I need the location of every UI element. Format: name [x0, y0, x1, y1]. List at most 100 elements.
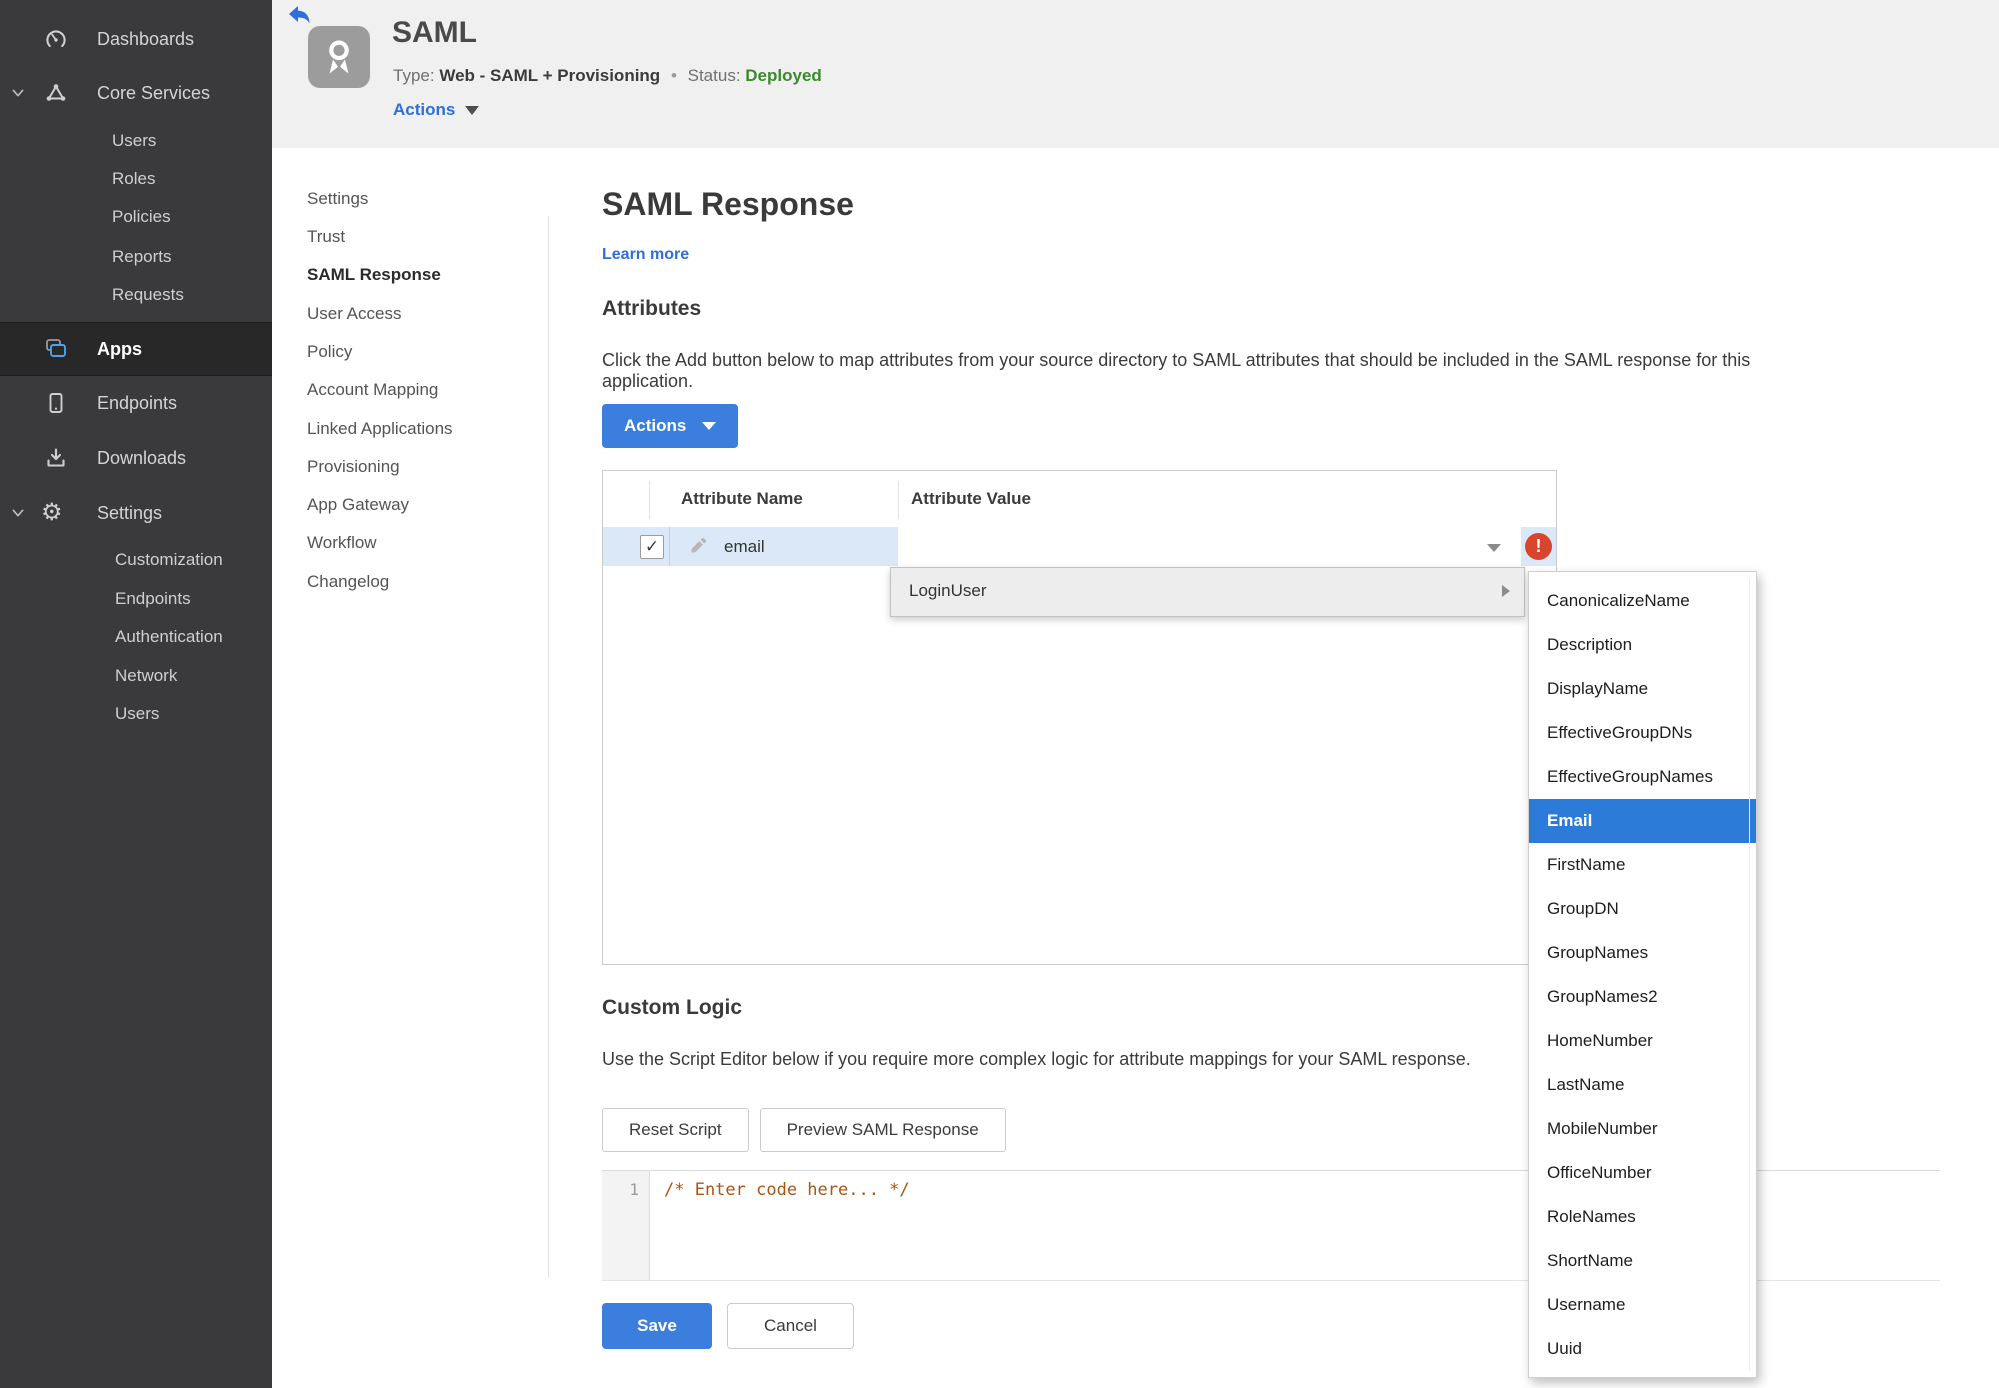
- subnav-item-workflow[interactable]: Workflow: [307, 533, 532, 559]
- type-value: Web - SAML + Provisioning: [439, 66, 661, 85]
- error-icon: !: [1525, 533, 1552, 560]
- header-actions-menu[interactable]: Actions: [393, 100, 480, 120]
- line-number: 1: [629, 1180, 639, 1199]
- sidebar-item-label: Core Services: [97, 82, 211, 103]
- sidebar-item-apps[interactable]: Apps: [0, 322, 272, 376]
- tablet-icon: [44, 391, 68, 415]
- sidebar-item-settings-endpoints[interactable]: Endpoints: [0, 584, 272, 614]
- subnav-item-trust[interactable]: Trust: [307, 227, 532, 253]
- sidebar-item-label: Downloads: [97, 447, 187, 468]
- subnav-item-provisioning[interactable]: Provisioning: [307, 457, 532, 483]
- attribute-value-dropdown[interactable]: [898, 527, 1521, 566]
- menu-item-groupdn[interactable]: GroupDN: [1529, 887, 1756, 931]
- dropdown-item-label: LoginUser: [909, 581, 987, 600]
- submenu-arrow-icon: [1502, 585, 1510, 597]
- cancel-button[interactable]: Cancel: [727, 1303, 854, 1349]
- column-divider: [649, 481, 650, 519]
- actions-label: Actions: [393, 100, 456, 119]
- row-checkbox[interactable]: ✓: [640, 535, 664, 559]
- sidebar-item-users[interactable]: Users: [0, 126, 272, 156]
- menu-item-rolenames[interactable]: RoleNames: [1529, 1195, 1756, 1239]
- subnav-item-account-mapping[interactable]: Account Mapping: [307, 380, 532, 406]
- sidebar-item-label: Roles: [112, 169, 156, 188]
- menu-item-email[interactable]: Email: [1529, 799, 1756, 843]
- download-icon: [44, 446, 68, 470]
- page-header: SAML Type: Web - SAML + Provisioning • S…: [272, 0, 1999, 148]
- sidebar-item-requests[interactable]: Requests: [0, 280, 272, 310]
- meta-separator: •: [670, 66, 677, 85]
- sidebar-item-label: Endpoints: [97, 392, 178, 413]
- menu-item-effectivegroupdns[interactable]: EffectiveGroupDNs: [1529, 711, 1756, 755]
- column-header-attribute-value: Attribute Value: [911, 489, 1031, 508]
- sidebar-item-label: Dashboards: [97, 28, 195, 49]
- sidebar-item-label: Requests: [112, 285, 184, 304]
- sidebar-item-label: Policies: [112, 207, 171, 226]
- subnav-item-policy[interactable]: Policy: [307, 342, 532, 368]
- subnav-item-linked-applications[interactable]: Linked Applications: [307, 419, 532, 445]
- menu-item-firstname[interactable]: FirstName: [1529, 843, 1756, 887]
- sidebar-item-label: Endpoints: [115, 589, 191, 608]
- editor-gutter: 1: [602, 1171, 650, 1280]
- sidebar-item-label: Settings: [97, 502, 163, 523]
- sidebar-item-endpoints[interactable]: Endpoints: [0, 388, 272, 418]
- sidebar-item-downloads[interactable]: Downloads: [0, 443, 272, 473]
- sidebar-item-network[interactable]: Network: [0, 661, 272, 691]
- sidebar-item-label: Authentication: [115, 627, 223, 646]
- menu-item-homenumber[interactable]: HomeNumber: [1529, 1019, 1756, 1063]
- attributes-actions-button[interactable]: Actions: [602, 404, 739, 448]
- sidebar-item-dashboards[interactable]: Dashboards: [0, 24, 272, 54]
- menu-item-uuid[interactable]: Uuid: [1529, 1327, 1756, 1371]
- sidebar-item-roles[interactable]: Roles: [0, 164, 272, 194]
- menu-item-effectivegroupnames[interactable]: EffectiveGroupNames: [1529, 755, 1756, 799]
- subnav-item-app-gateway[interactable]: App Gateway: [307, 495, 532, 521]
- column-header-attribute-name: Attribute Name: [681, 489, 803, 508]
- sidebar-item-settings-users[interactable]: Users: [0, 699, 272, 729]
- subnav-item-settings[interactable]: Settings: [307, 189, 532, 215]
- menu-item-shortname[interactable]: ShortName: [1529, 1239, 1756, 1283]
- sidebar-item-label: Users: [112, 131, 157, 150]
- sidebar-item-reports[interactable]: Reports: [0, 242, 272, 272]
- sidebar-item-customization[interactable]: Customization: [0, 545, 272, 575]
- app-title: SAML: [392, 16, 477, 49]
- chevron-down-icon[interactable]: [10, 505, 26, 521]
- sidebar-item-label: Users: [115, 704, 160, 723]
- menu-item-mobilenumber[interactable]: MobileNumber: [1529, 1107, 1756, 1151]
- menu-item-groupnames[interactable]: GroupNames: [1529, 931, 1756, 975]
- menu-item-description[interactable]: Description: [1529, 623, 1756, 667]
- learn-more-link[interactable]: Learn more: [602, 246, 689, 264]
- apps-icon: [44, 336, 68, 360]
- menu-item-groupnames2[interactable]: GroupNames2: [1529, 975, 1756, 1019]
- subnav-item-saml-response[interactable]: SAML Response: [307, 265, 532, 291]
- sidebar-item-authentication[interactable]: Authentication: [0, 622, 272, 652]
- app-meta: Type: Web - SAML + Provisioning • Status…: [393, 66, 822, 86]
- reset-script-button[interactable]: Reset Script: [602, 1108, 749, 1152]
- subnav-item-user-access[interactable]: User Access: [307, 304, 532, 330]
- sidebar-item-settings[interactable]: ⚙ Settings: [0, 498, 272, 528]
- back-arrow-icon[interactable]: [286, 4, 314, 26]
- type-label: Type:: [393, 66, 435, 85]
- sidebar-item-label: Apps: [97, 338, 142, 359]
- certificate-icon: [308, 26, 370, 88]
- custom-logic-heading: Custom Logic: [602, 996, 742, 1019]
- dropdown-item-loginuser[interactable]: LoginUser: [890, 567, 1525, 617]
- menu-item-canonicalizename[interactable]: CanonicalizeName: [1529, 579, 1756, 623]
- preview-saml-response-button[interactable]: Preview SAML Response: [759, 1108, 1006, 1152]
- status-label: Status:: [687, 66, 741, 85]
- attributes-table: Attribute Name Attribute Value ✓ email !: [602, 470, 1557, 965]
- sidebar-item-policies[interactable]: Policies: [0, 202, 272, 232]
- custom-logic-description: Use the Script Editor below if you requi…: [602, 1049, 1471, 1069]
- editor-code[interactable]: /* Enter code here... */: [664, 1180, 910, 1200]
- subnav-item-changelog[interactable]: Changelog: [307, 572, 532, 598]
- save-button[interactable]: Save: [602, 1303, 712, 1349]
- sidebar-item-core-services[interactable]: Core Services: [0, 78, 272, 108]
- menu-item-username[interactable]: Username: [1529, 1283, 1756, 1327]
- caret-down-icon: [1487, 544, 1501, 552]
- menu-item-lastname[interactable]: LastName: [1529, 1063, 1756, 1107]
- pencil-icon[interactable]: [688, 536, 708, 556]
- column-divider: [898, 481, 899, 519]
- menu-item-officenumber[interactable]: OfficeNumber: [1529, 1151, 1756, 1195]
- actions-button-label: Actions: [624, 416, 687, 435]
- menu-item-displayname[interactable]: DisplayName: [1529, 667, 1756, 711]
- chevron-down-icon[interactable]: [10, 85, 26, 101]
- table-row[interactable]: ✓ email !: [603, 527, 1556, 566]
